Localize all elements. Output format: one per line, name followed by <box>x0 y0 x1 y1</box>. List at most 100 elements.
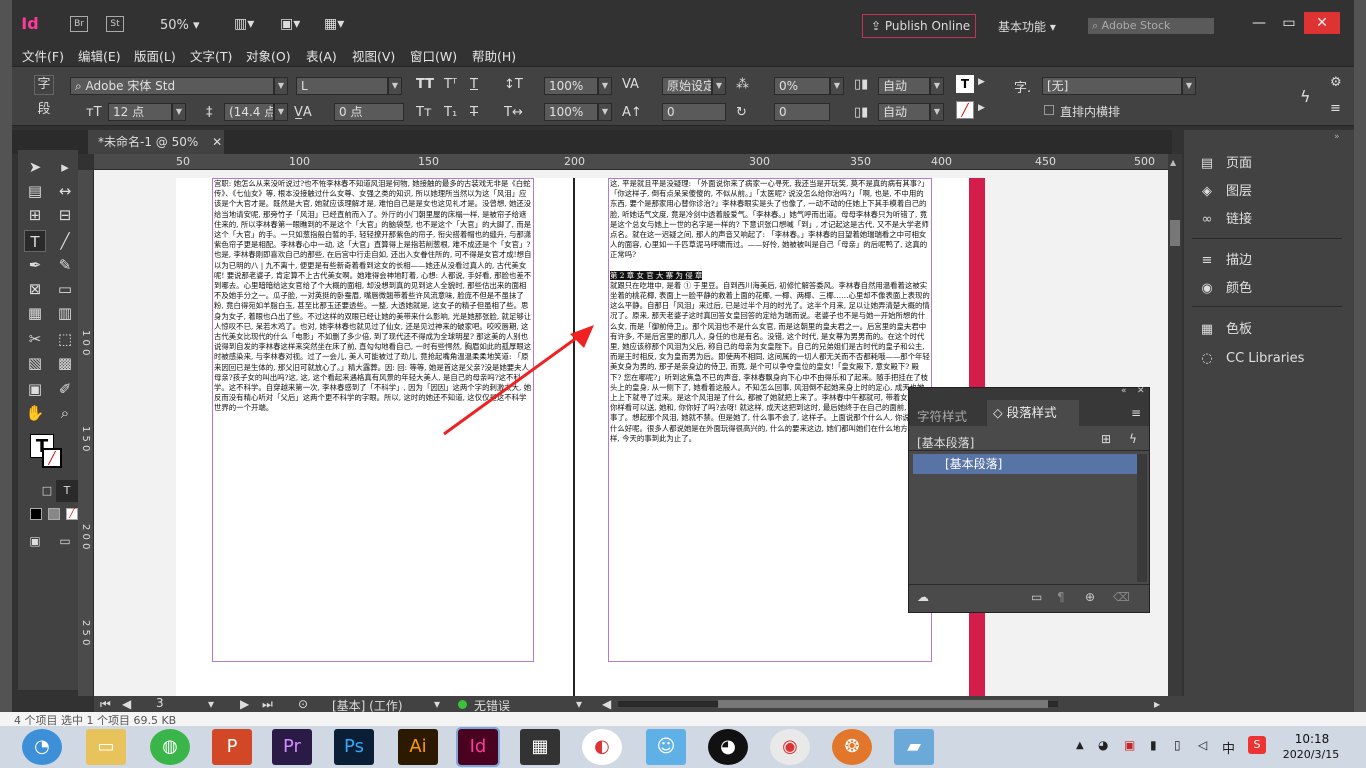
color-panel-button[interactable]: ◉ 颜色 <box>1196 277 1252 301</box>
close-panel-icon[interactable]: ✕ <box>1137 386 1145 396</box>
layers-panel-button[interactable]: ◈ 图层 <box>1196 180 1252 204</box>
tray-battery-icon[interactable]: ▮ <box>1150 738 1157 752</box>
qq-icon[interactable]: ◕ <box>708 729 748 765</box>
direct-selection-tool-icon[interactable]: ▸ <box>54 156 76 178</box>
stock-button[interactable]: St <box>106 16 124 32</box>
free-transform-tool-icon[interactable]: ⬚ <box>54 328 76 350</box>
minimize-button[interactable]: — <box>1244 12 1274 34</box>
bridge-button[interactable]: Br <box>70 16 88 32</box>
grid-tool-icon[interactable]: ▦ <box>24 302 46 324</box>
stock-search-input[interactable]: ⌕ Adobe Stock <box>1088 18 1214 34</box>
character-style-field[interactable]: [无] <box>1042 77 1182 95</box>
start-browser-icon[interactable]: ◔ <box>22 729 62 765</box>
formatting-text-icon[interactable]: T <box>56 480 78 502</box>
pencil-tool-icon[interactable]: ✎ <box>54 254 76 276</box>
illustrator-icon[interactable]: Ai <box>398 729 438 765</box>
eraser-app-icon[interactable]: ▰ <box>894 729 934 765</box>
zoom-tool-icon[interactable]: ⌕ <box>54 402 76 424</box>
collapse-panel-icon[interactable]: « <box>1121 386 1127 396</box>
zoom-level[interactable]: 50% ▾ <box>160 18 200 33</box>
menu-window[interactable]: 窗口(W) <box>410 46 457 65</box>
type-tool-icon[interactable]: T <box>24 230 46 252</box>
style-list-item[interactable]: [基本段落] <box>913 454 1137 474</box>
fill-color-icon[interactable]: T <box>956 75 974 93</box>
gradient-tool-icon[interactable]: ▧ <box>24 352 46 374</box>
frame-tool-icon[interactable]: ⊠ <box>24 278 46 300</box>
gradient-feather-tool-icon[interactable]: ▩ <box>54 352 76 374</box>
horizontal-scale-field[interactable]: 100% <box>544 103 598 121</box>
fill-color-menu[interactable]: ▶ <box>978 77 985 87</box>
previous-page-icon[interactable]: ◀ <box>122 697 131 711</box>
new-style-from-selection-icon[interactable]: ⊞ <box>1101 432 1111 446</box>
view-options-icon[interactable]: ▥▾ <box>234 16 254 32</box>
browser-icon[interactable]: ❂ <box>832 729 872 765</box>
apply-none-icon[interactable]: ╱ <box>66 508 78 520</box>
close-tab-icon[interactable]: ✕ <box>212 135 222 149</box>
open-page-icon[interactable]: ⊙ <box>298 697 308 711</box>
new-style-icon[interactable]: ⊕ <box>1085 590 1095 604</box>
indesign-taskbar-icon[interactable]: Id <box>456 727 500 767</box>
menu-file[interactable]: 文件(F) <box>22 46 64 65</box>
tracking-field[interactable]: 原始设定 <box>662 77 712 95</box>
mind-map-icon[interactable]: ◐ <box>582 729 622 765</box>
paragraph-mode-button[interactable]: 段 <box>34 101 54 121</box>
vertical-scrollbar[interactable]: ▲ <box>1168 154 1182 696</box>
vertical-scale-dropdown[interactable]: ▼ <box>598 77 612 95</box>
auto-field-2[interactable]: 自动 <box>878 103 930 121</box>
auto-field-1[interactable]: 自动 <box>878 77 930 95</box>
font-family-field[interactable]: ⌕ Adobe 宋体 Std <box>70 77 274 95</box>
formatting-container-icon[interactable]: □ <box>36 480 58 502</box>
menu-view[interactable]: 视图(V) <box>352 46 395 65</box>
skew-dropdown[interactable]: ▼ <box>830 77 844 95</box>
workspace-switcher[interactable]: 基本功能 ▾ <box>998 18 1056 35</box>
leading-field[interactable]: (14.4 点 <box>224 103 274 121</box>
photoshop-icon[interactable]: Ps <box>334 729 374 765</box>
tray-qq-icon[interactable]: ◕ <box>1098 738 1108 752</box>
tab-character-styles[interactable]: 字符样式 <box>917 406 967 425</box>
baseline-shift-field[interactable]: 0 <box>662 103 726 121</box>
cc-libraries-panel-button[interactable]: ◌ CC Libraries <box>1196 347 1304 371</box>
tray-expand-icon[interactable]: ▲ <box>1076 740 1084 751</box>
tab-paragraph-styles[interactable]: ◇ 段落样式 <box>987 400 1079 426</box>
normal-view-icon[interactable]: ▣ <box>24 530 46 552</box>
page-dropdown-icon[interactable]: ▾ <box>208 697 214 711</box>
rotate-field[interactable]: 0 <box>774 103 830 121</box>
scissors-tool-icon[interactable]: ✂ <box>24 328 46 350</box>
auto-dropdown-2[interactable]: ▼ <box>930 103 944 121</box>
hand-tool-icon[interactable]: ✋ <box>24 402 46 424</box>
underline-icon[interactable]: T <box>470 77 478 92</box>
new-group-icon[interactable]: ▭ <box>1031 590 1042 604</box>
character-mode-button[interactable]: 字 <box>34 75 54 95</box>
menu-help[interactable]: 帮助(H) <box>472 46 516 65</box>
links-panel-button[interactable]: ∞ 链接 <box>1196 208 1252 232</box>
document-tab[interactable]: *未命名-1 @ 50% ✕ <box>88 130 224 154</box>
first-page-icon[interactable]: ⏮ <box>100 697 111 712</box>
tray-ime[interactable]: 中 <box>1222 738 1235 757</box>
menu-table[interactable]: 表(A) <box>306 46 337 65</box>
stroke-color-menu[interactable]: ▶ <box>978 103 985 113</box>
page-number-field[interactable]: 3 <box>144 696 204 712</box>
character-style-dropdown[interactable]: ▼ <box>1182 77 1196 95</box>
kerning-field[interactable]: 0 点 <box>334 103 404 121</box>
close-window-button[interactable]: ✕ <box>1304 12 1340 34</box>
font-style-dropdown[interactable]: ▼ <box>388 77 402 95</box>
menu-object[interactable]: 对象(O) <box>246 46 291 65</box>
tray-date[interactable]: 2020/3/15 <box>1278 748 1344 761</box>
file-explorer-icon[interactable]: ▭ <box>86 729 126 765</box>
superscript-icon[interactable]: Tᵀ <box>444 77 457 92</box>
skew-field[interactable]: 0% <box>774 77 830 95</box>
line-tool-icon[interactable]: ╱ <box>54 230 76 252</box>
panel-settings-icon[interactable]: ⚙ <box>1330 75 1342 90</box>
scroll-thumb[interactable] <box>1170 220 1180 246</box>
font-style-field[interactable]: L <box>296 77 388 95</box>
subscript-icon[interactable]: T₁ <box>444 105 457 120</box>
tracking-dropdown[interactable]: ▼ <box>712 77 726 95</box>
tray-network-icon[interactable]: ▯ <box>1174 738 1181 752</box>
drawing-app-icon[interactable]: ☺ <box>646 729 686 765</box>
delete-style-icon[interactable]: ⌫ <box>1113 590 1130 604</box>
last-page-icon[interactable]: ⏭ <box>262 697 273 712</box>
gap-tool-icon[interactable]: ↔ <box>54 180 76 202</box>
tray-volume-icon[interactable]: ◁ <box>1198 738 1207 752</box>
swatches-panel-button[interactable]: ▦ 色板 <box>1196 318 1252 342</box>
pen-tool-icon[interactable]: ✒ <box>24 254 46 276</box>
